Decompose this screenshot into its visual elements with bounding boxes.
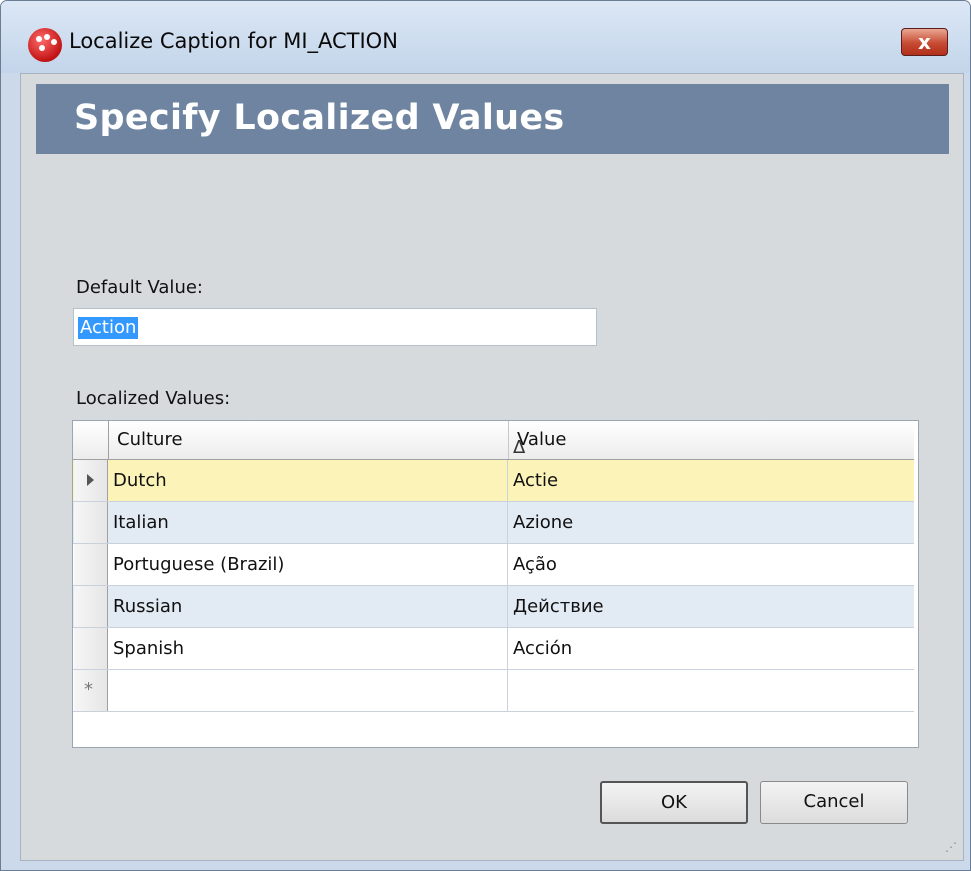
default-value-input[interactable]: Action [73,308,597,346]
value-cell[interactable]: Действие [508,586,914,627]
culture-cell[interactable]: Portuguese (Brazil) [108,544,508,585]
row-selector[interactable] [74,586,108,627]
resize-grip-icon[interactable]: ⋰ [945,840,957,854]
culture-cell[interactable]: Italian [108,502,508,543]
table-row[interactable]: Spanish Acción [73,628,914,670]
grid-header: Culture Δ Value [73,421,914,460]
dialog-window: Localize Caption for MI_ACTION x Specify… [0,0,971,871]
culture-cell[interactable]: Spanish [108,628,508,669]
row-selector[interactable] [74,628,108,669]
app-icon [28,28,62,62]
table-row[interactable]: Portuguese (Brazil) Ação [73,544,914,586]
culture-cell[interactable] [108,670,508,711]
column-header-culture[interactable]: Culture Δ [109,421,525,459]
column-header-culture-label: Culture [117,429,183,450]
culture-cell[interactable]: Russian [108,586,508,627]
value-cell[interactable]: Actie [508,460,914,501]
table-row[interactable]: Dutch Actie [73,460,914,502]
window-title: Localize Caption for MI_ACTION [69,29,398,53]
ok-button[interactable]: OK [600,781,748,824]
column-header-value-label: Value [517,429,567,450]
culture-cell[interactable]: Dutch [108,460,508,501]
dialog-body: Specify Localized Values Default Value: … [20,73,964,861]
table-row[interactable]: Italian Azione [73,502,914,544]
row-selector[interactable]: * [74,670,108,711]
title-bar: Localize Caption for MI_ACTION x [1,1,970,73]
cancel-button[interactable]: Cancel [760,781,908,824]
localized-values-grid[interactable]: Culture Δ Value Dutch Actie Italian Azio… [72,420,919,748]
row-selector[interactable] [74,460,108,501]
row-selector[interactable] [74,502,108,543]
default-value-text: Action [78,317,139,339]
column-header-value[interactable]: Value [509,421,914,459]
page-title: Specify Localized Values [74,98,565,138]
value-cell[interactable]: Azione [508,502,914,543]
close-button[interactable]: x [901,28,948,56]
header-banner: Specify Localized Values [36,84,949,154]
row-selector[interactable] [74,544,108,585]
value-cell[interactable]: Ação [508,544,914,585]
value-cell[interactable]: Acción [508,628,914,669]
table-row[interactable]: Russian Действие [73,586,914,628]
new-row[interactable]: * [73,670,914,712]
default-value-label: Default Value: [76,277,203,298]
localized-values-label: Localized Values: [76,388,231,409]
new-row-star-icon: * [84,679,93,700]
value-cell[interactable] [508,670,914,711]
row-header-corner [73,421,109,459]
current-row-arrow-icon [87,474,94,486]
